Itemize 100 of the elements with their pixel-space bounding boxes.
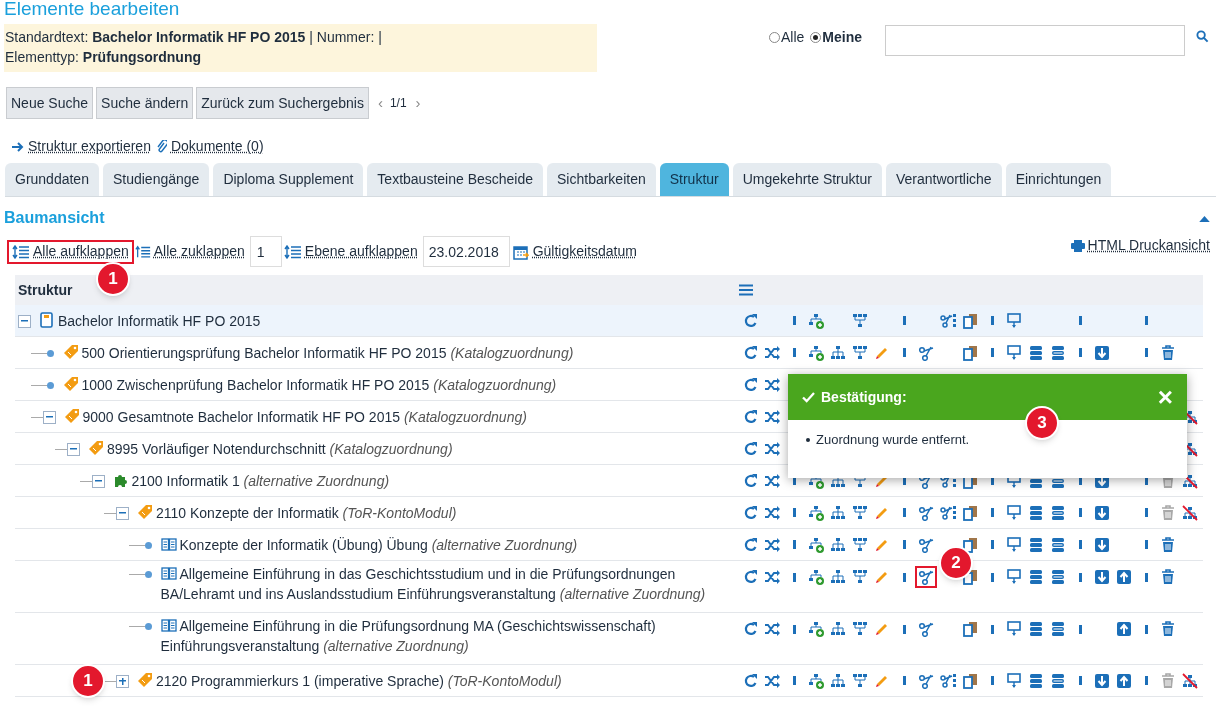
shuffle-icon[interactable] (764, 344, 780, 361)
scissors-button[interactable] (915, 566, 937, 588)
hierarchy-icon[interactable] (830, 344, 846, 361)
outlined-bars-icon[interactable] (1050, 672, 1066, 689)
scissors-icon[interactable] (918, 672, 934, 689)
arrow-down-icon[interactable] (1094, 672, 1110, 689)
radio-label[interactable]: Alle (781, 27, 805, 48)
stacked-bars-icon[interactable] (1028, 344, 1044, 361)
tree-item-label[interactable]: 2120 Programmierkurs 1 (imperative Sprache) (ToR-KontoModul) (137, 670, 566, 691)
refresh-icon[interactable] (742, 408, 758, 425)
tab[interactable]: Struktur (659, 163, 729, 196)
previous-page-button[interactable]: ‹ (377, 91, 383, 115)
outlined-bars-icon[interactable] (1050, 569, 1066, 585)
stacked-bars-icon[interactable] (1028, 536, 1044, 553)
refresh-icon[interactable] (742, 536, 758, 553)
shuffle-icon[interactable] (764, 472, 780, 489)
shuffle-icon[interactable] (764, 440, 780, 457)
outlined-bars-icon[interactable] (1050, 344, 1066, 361)
shuffle-icon[interactable] (764, 376, 780, 393)
branches-icon[interactable] (852, 344, 868, 361)
stacked-bars-icon[interactable] (1028, 569, 1044, 585)
hierarchy-icon[interactable] (830, 621, 846, 637)
clipboard-icon[interactable] (962, 621, 978, 637)
arrow-down-icon[interactable] (1094, 504, 1110, 521)
next-page-button[interactable]: › (415, 91, 421, 115)
refresh-icon[interactable] (742, 312, 758, 329)
refresh-icon[interactable] (742, 440, 758, 457)
arrow-up-icon[interactable] (1116, 569, 1132, 585)
monitor-arrow-icon[interactable] (1006, 344, 1022, 361)
arrow-up-icon[interactable] (1116, 621, 1132, 637)
tree-item-label[interactable]: 9000 Gesamtnote Bachelor Informatik HF PO 2015 (Katalogzuordnung) (63, 406, 531, 427)
expand-toggle[interactable] (116, 674, 129, 688)
add-node-icon[interactable] (808, 621, 824, 637)
shuffle-icon[interactable] (764, 536, 780, 553)
shuffle-icon[interactable] (764, 408, 780, 425)
scissors-icon[interactable] (918, 504, 934, 521)
tree-item-label[interactable]: 1000 Zwischenprüfung Bachelor Informatik HF PO 2015 (Katalogzuordnung) (62, 374, 561, 395)
add-node-icon[interactable] (808, 312, 824, 329)
branches-icon[interactable] (852, 621, 868, 637)
link[interactable]: Struktur exportieren (28, 136, 151, 157)
shuffle-icon[interactable] (764, 621, 780, 637)
refresh-icon[interactable] (742, 344, 758, 361)
branches-icon[interactable] (852, 312, 868, 329)
add-node-icon[interactable] (808, 344, 824, 361)
tree-item-label[interactable]: 8995 Vorläufiger Notendurchschnitt (Katalogzuordnung) (88, 438, 457, 459)
branches-icon[interactable] (852, 504, 868, 521)
tree-item-label[interactable]: Konzepte der Informatik (Übung) Übung (alternative Zuordnung) (160, 534, 582, 555)
branches-icon[interactable] (852, 672, 868, 689)
scissors-icon[interactable] (918, 344, 934, 361)
clipboard-icon[interactable] (962, 672, 978, 689)
tree-item-label[interactable]: 500 Orientierungsprüfung Bachelor Informatik HF PO 2015 (Katalogzuordnung) (62, 342, 578, 363)
collapse-toggle[interactable] (91, 474, 105, 488)
action-button[interactable]: Neue Suche (6, 87, 94, 119)
collapse-toggle[interactable] (18, 314, 31, 328)
monitor-arrow-icon[interactable] (1006, 569, 1022, 585)
radio-button[interactable] (810, 32, 822, 43)
calendar-icon[interactable] (512, 243, 529, 260)
tree-item-label[interactable]: 2100 Informatik 1 (alternative Zuordnung) (112, 470, 394, 491)
collapse-toggle[interactable] (116, 506, 129, 520)
outlined-bars-icon[interactable] (1050, 536, 1066, 553)
tab[interactable]: Textbausteine Bescheide (367, 163, 543, 196)
menu-icon[interactable] (739, 284, 753, 296)
arrow-up-icon[interactable] (1116, 672, 1132, 689)
collapse-toggle[interactable] (67, 442, 80, 456)
radio-button[interactable] (769, 32, 780, 43)
tab[interactable]: Diploma Supplement (213, 163, 364, 196)
branches-icon[interactable] (852, 569, 868, 585)
refresh-icon[interactable] (742, 376, 758, 393)
print-view-link[interactable]: HTML Druckansicht (1070, 235, 1210, 256)
tree-item-label[interactable]: Allgemeine Einführung in die Prüfungsordnung MA (Geschichtswissenschaft) Einführungsveranstaltung (alternative Zuordnung) (160, 616, 739, 656)
arrow-down-icon[interactable] (1094, 344, 1110, 361)
clipboard-icon[interactable] (962, 344, 978, 361)
stacked-bars-icon[interactable] (1028, 672, 1044, 689)
monitor-arrow-icon[interactable] (1006, 621, 1022, 637)
monitor-arrow-icon[interactable] (1006, 672, 1022, 689)
hierarchy-icon[interactable] (830, 504, 846, 521)
refresh-icon[interactable] (742, 472, 758, 489)
clipboard-icon[interactable] (962, 536, 978, 553)
shuffle-icon[interactable] (764, 672, 780, 689)
scissors-tree-icon[interactable] (940, 672, 956, 689)
hierarchy-icon[interactable] (830, 672, 846, 689)
monitor-arrow-icon[interactable] (1006, 504, 1022, 521)
stacked-bars-icon[interactable] (1028, 621, 1044, 637)
clipboard-icon[interactable] (962, 504, 978, 521)
monitor-arrow-icon[interactable] (1006, 536, 1022, 553)
scissors-icon[interactable] (918, 536, 934, 553)
arrow-down-icon[interactable] (1094, 569, 1110, 585)
trash-icon[interactable] (1160, 536, 1176, 553)
tab[interactable]: Grunddaten (5, 163, 99, 196)
tab[interactable]: Sichtbarkeiten (547, 163, 656, 196)
add-node-icon[interactable] (808, 672, 824, 689)
add-node-icon[interactable] (808, 569, 824, 585)
action-button[interactable]: Suche ändern (96, 87, 194, 119)
crossed-hierarchy-icon[interactable] (1182, 504, 1198, 521)
crossed-hierarchy-icon[interactable] (1182, 672, 1198, 689)
outlined-bars-icon[interactable] (1050, 504, 1066, 521)
refresh-icon[interactable] (742, 672, 758, 689)
scissors-tree-icon[interactable] (940, 504, 956, 521)
trash-icon[interactable] (1160, 569, 1176, 585)
stacked-bars-icon[interactable] (1028, 504, 1044, 521)
